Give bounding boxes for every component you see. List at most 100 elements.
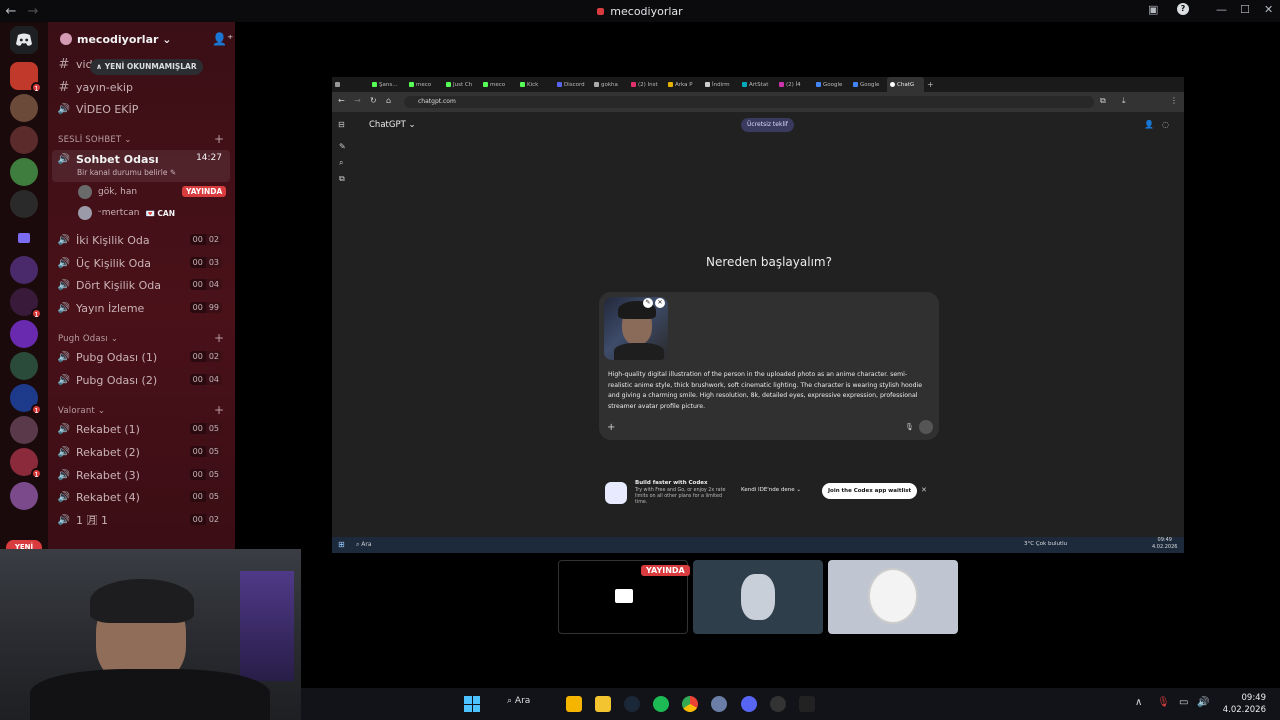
browser-tab[interactable]: Google — [850, 77, 887, 92]
search-icon[interactable]: ⌕ — [339, 158, 343, 168]
download-icon[interactable]: ⤓ — [1122, 96, 1126, 106]
prompt-text[interactable]: High-quality digital illustration of the… — [608, 370, 926, 412]
server-icon-10[interactable]: 1 — [10, 384, 42, 415]
channel-rekabet-1[interactable]: 🔊 Rekabet (1) 00 05 — [56, 419, 226, 439]
back-arrow-icon[interactable]: ← — [338, 96, 345, 105]
new-tab-icon[interactable]: + — [924, 77, 938, 92]
url-input[interactable]: chatgpt.com — [404, 96, 1094, 108]
server-icon-2[interactable] — [10, 94, 38, 122]
help-icon[interactable]: ? — [1177, 3, 1189, 15]
category-valorant[interactable]: Valorant ⌄ — [58, 406, 105, 416]
microphone-icon[interactable]: 🎙 — [905, 423, 914, 431]
browser-tab[interactable]: Google — [813, 77, 850, 92]
browser-tab[interactable]: (2) Inst — [628, 77, 665, 92]
send-button[interactable] — [919, 420, 933, 434]
browser-tab[interactable]: İndirm — [702, 77, 739, 92]
unread-tooltip[interactable]: ∧ YENİ OKUNMAMIŞLAR — [90, 59, 203, 75]
maximize-icon[interactable]: ☐ — [1240, 3, 1250, 16]
microphone-icon[interactable]: 🎙 — [1157, 697, 1170, 708]
channel-yayin-ekip[interactable]: # yayın-ekip — [56, 77, 228, 97]
taskbar-search[interactable]: ⌕ Ara — [507, 696, 530, 706]
server-icon-6[interactable] — [10, 256, 38, 284]
server-icon-12[interactable]: 1 — [10, 448, 42, 479]
close-icon[interactable]: ✕ — [1264, 3, 1273, 16]
join-waitlist-button[interactable]: Join the Codex app waitlist — [822, 483, 918, 499]
network-icon[interactable]: ▭ — [1179, 697, 1188, 708]
server-icon-11[interactable] — [10, 416, 38, 444]
taskbar-clock[interactable]: 09:49 4.02.2026 — [1223, 692, 1266, 716]
menu-icon[interactable]: ⋮ — [1170, 96, 1178, 105]
volume-icon[interactable]: 🔊 — [1197, 697, 1209, 708]
file-explorer-icon[interactable] — [595, 696, 611, 712]
spotify-icon[interactable] — [653, 696, 669, 712]
reload-icon[interactable]: ↻ — [370, 96, 377, 105]
stream-tile-user[interactable] — [828, 560, 958, 634]
account-icon[interactable]: 👤 — [1144, 120, 1154, 129]
browser-tab[interactable]: Just Ch — [443, 77, 480, 92]
browser-tab[interactable]: Şans... — [369, 77, 406, 92]
new-chat-icon[interactable]: ✎ — [339, 142, 346, 151]
discord-home-icon[interactable] — [10, 26, 38, 54]
stream-tile-user[interactable] — [693, 560, 823, 634]
browser-tab[interactable]: Kick — [517, 77, 554, 92]
voice-user-gokhan[interactable]: gök, han — [78, 182, 137, 202]
channel-pubg-2[interactable]: 🔊 Pubg Odası (2) 00 04 — [56, 370, 226, 390]
channel-rekabet-2[interactable]: 🔊 Rekabet (2) 00 05 — [56, 442, 226, 462]
steam-icon[interactable] — [624, 696, 640, 712]
discord-icon[interactable] — [741, 696, 757, 712]
server-icon-9[interactable] — [10, 352, 38, 380]
server-icon-13[interactable] — [10, 482, 38, 510]
remove-image-icon[interactable]: ✕ — [655, 298, 665, 308]
store-icon[interactable] — [566, 696, 582, 712]
browser-tab[interactable]: Arka P — [665, 77, 702, 92]
channel-rekabet-4[interactable]: 🔊 Rekabet (4) 00 05 — [56, 487, 226, 507]
channel-dort-kisilik[interactable]: 🔊 Dört Kişilik Oda 00 04 — [56, 275, 226, 295]
start-icon[interactable] — [464, 696, 480, 712]
home-icon[interactable]: ⌂ — [386, 96, 391, 105]
obs-icon[interactable] — [770, 696, 786, 712]
add-channel-icon[interactable]: + — [214, 403, 224, 417]
prompt-composer[interactable]: ✎ ✕ High-quality digital illustration of… — [599, 292, 939, 440]
voice-user-mertcan[interactable]: ᵕmertcan 💌 CAN — [78, 203, 175, 223]
add-attachment-icon[interactable]: + — [607, 422, 615, 433]
server-icon-4[interactable] — [10, 158, 38, 186]
edit-image-icon[interactable]: ✎ — [643, 298, 653, 308]
try-in-ide-button[interactable]: Kendi IDE'nde dene ⌄ — [741, 487, 801, 493]
channel-status[interactable]: Bir kanal durumu belirle ✎ — [77, 168, 176, 177]
extensions-icon[interactable]: ⧉ — [1100, 96, 1106, 106]
channel-rekabet-3[interactable]: 🔊 Rekabet (3) 00 05 — [56, 465, 226, 485]
screen-share-icon[interactable]: ▣ — [1148, 3, 1158, 16]
channel-uc-kisilik[interactable]: 🔊 Üç Kişilik Oda 00 03 — [56, 253, 226, 273]
server-icon-8[interactable] — [10, 320, 38, 348]
browser-tab[interactable]: gokha — [591, 77, 628, 92]
server-icon-m[interactable]: 1 — [10, 62, 42, 93]
category-pugh[interactable]: Pugh Odası ⌄ — [58, 334, 118, 344]
add-channel-icon[interactable]: + — [214, 132, 224, 146]
tray-chevron-icon[interactable]: ∧ — [1135, 697, 1142, 708]
channel-iki-kisilik[interactable]: 🔊 İki Kişilik Oda 00 02 — [56, 230, 226, 250]
minimize-icon[interactable]: — — [1216, 3, 1227, 16]
channel-1-1[interactable]: 🔊 1 🈷 1 00 02 — [56, 510, 226, 530]
server-icon-5[interactable] — [10, 190, 38, 218]
server-icon-3[interactable] — [10, 126, 38, 154]
temporary-chat-icon[interactable]: ◌ — [1162, 120, 1169, 129]
category-sesli-sohbet[interactable]: SESLİ SOHBET ⌄ — [58, 135, 132, 145]
channel-yayin-izleme[interactable]: 🔊 Yayın İzleme 00 99 — [56, 298, 226, 318]
model-selector[interactable]: ChatGPT ⌄ — [369, 120, 416, 130]
browser-tab[interactable]: meco — [480, 77, 517, 92]
chrome-icon[interactable] — [682, 696, 698, 712]
app-icon[interactable] — [799, 696, 815, 712]
browser-tab[interactable]: ArtStat — [739, 77, 776, 92]
browser-tab[interactable] — [332, 77, 369, 92]
browser-tab[interactable]: meco — [406, 77, 443, 92]
browser-tab[interactable]: Discord — [554, 77, 591, 92]
browser-tab-active[interactable]: ChatG — [887, 77, 924, 92]
invite-people-icon[interactable]: 👤⁺ — [212, 32, 233, 46]
server-icon-7[interactable]: 1 — [10, 288, 42, 319]
channel-video-ekip[interactable]: 🔊 VİDEO EKİP — [56, 99, 228, 119]
sidebar-toggle-icon[interactable]: ⊟ — [338, 120, 345, 129]
settings-gear-icon[interactable] — [711, 696, 727, 712]
channel-sohbet-odasi[interactable]: 🔊 Sohbet Odası 14:27 — [56, 149, 226, 169]
forward-arrow-icon[interactable]: → — [354, 96, 361, 105]
browser-tab[interactable]: (2) İ4 — [776, 77, 813, 92]
